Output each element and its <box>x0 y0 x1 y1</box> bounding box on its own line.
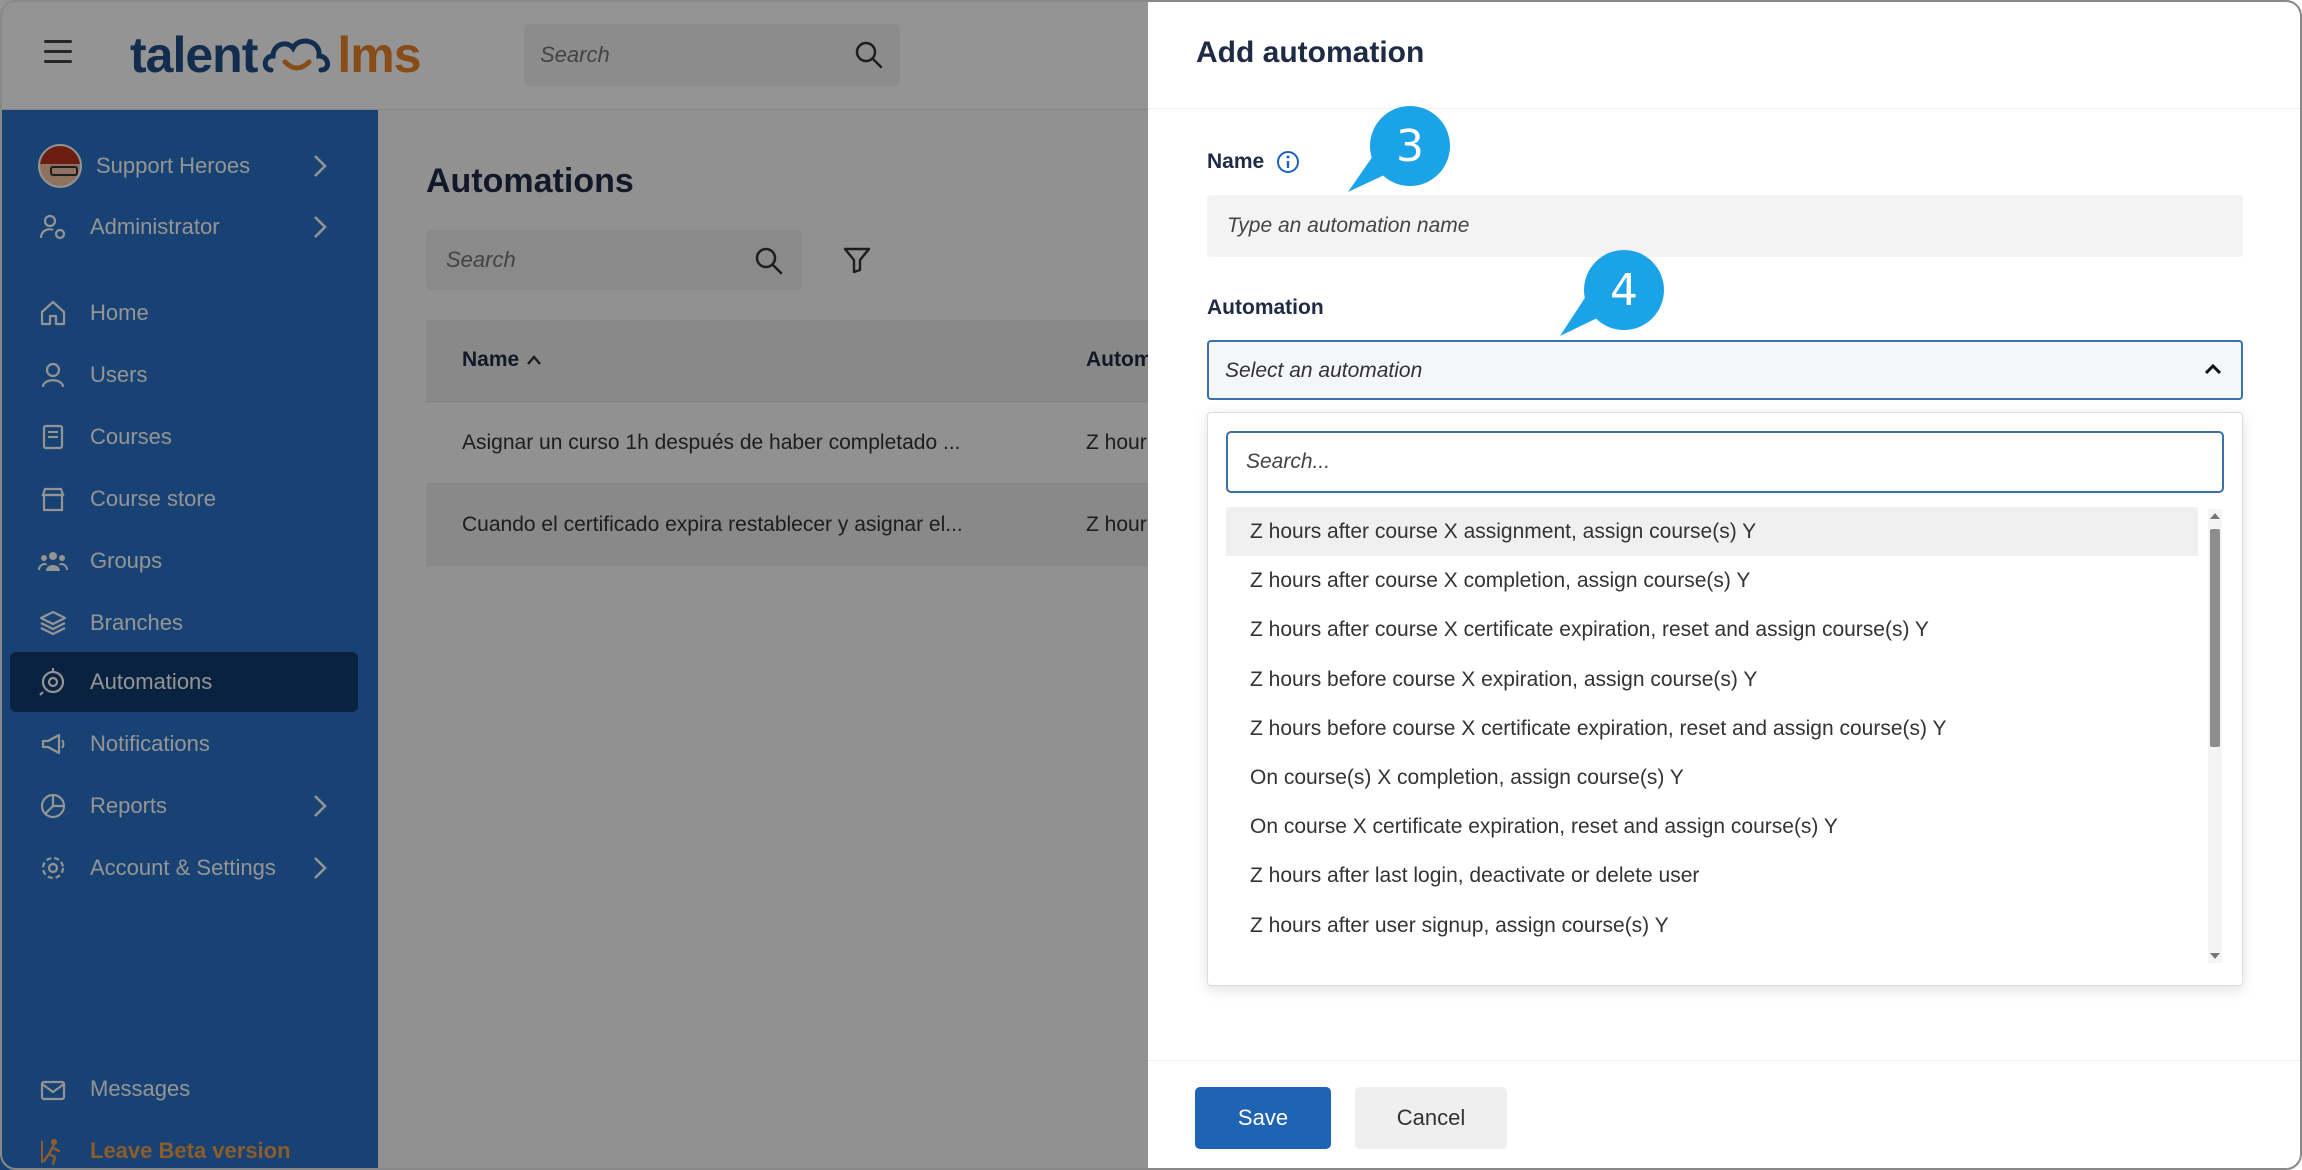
scroll-up-arrow-icon[interactable] <box>2210 513 2220 519</box>
dropdown-option[interactable]: Z hours after last login, deactivate or … <box>1226 851 2198 900</box>
callout-number: 4 <box>1584 250 1664 330</box>
dropdown-option[interactable]: On course(s) X completion, assign course… <box>1226 753 2198 802</box>
scrollbar-thumb[interactable] <box>2210 529 2220 747</box>
dropdown-option[interactable]: Z hours after course X certificate expir… <box>1226 605 2198 654</box>
panel-title: Add automation <box>1196 36 1425 69</box>
dropdown-option-partial[interactable] <box>1226 961 2198 981</box>
scroll-down-arrow-icon[interactable] <box>2210 953 2220 959</box>
name-field-label: Name <box>1207 150 1300 174</box>
dropdown-option[interactable]: Z hours after course X completion, assig… <box>1226 556 2198 605</box>
modal-overlay[interactable] <box>0 0 1148 1170</box>
add-automation-panel: Add automation Name Automation Select an… <box>1148 0 2302 1170</box>
dropdown-search-input[interactable] <box>1226 431 2224 493</box>
divider <box>1148 108 2302 109</box>
automation-field-label: Automation <box>1207 296 1324 319</box>
automation-select-value: Select an automation <box>1225 359 1423 382</box>
automation-dropdown: Z hours after course X assignment, assig… <box>1207 412 2243 986</box>
automation-select[interactable]: Select an automation <box>1207 340 2243 400</box>
info-icon[interactable] <box>1276 150 1300 174</box>
save-button[interactable]: Save <box>1195 1087 1331 1149</box>
callout-number: 3 <box>1370 106 1450 186</box>
dropdown-option[interactable]: Z hours after course X assignment, assig… <box>1226 507 2198 556</box>
chevron-up-icon <box>2204 363 2222 375</box>
cancel-button[interactable]: Cancel <box>1355 1087 1507 1149</box>
divider <box>1148 1060 2302 1061</box>
dropdown-scrollbar[interactable] <box>2208 509 2222 963</box>
dropdown-option[interactable]: Z hours after user signup, assign course… <box>1226 901 2198 950</box>
dropdown-option[interactable]: Z hours before course X certificate expi… <box>1226 704 2198 753</box>
dropdown-option[interactable]: Z hours before course X expiration, assi… <box>1226 655 2198 704</box>
dropdown-option[interactable]: On course X certificate expiration, rese… <box>1226 802 2198 851</box>
